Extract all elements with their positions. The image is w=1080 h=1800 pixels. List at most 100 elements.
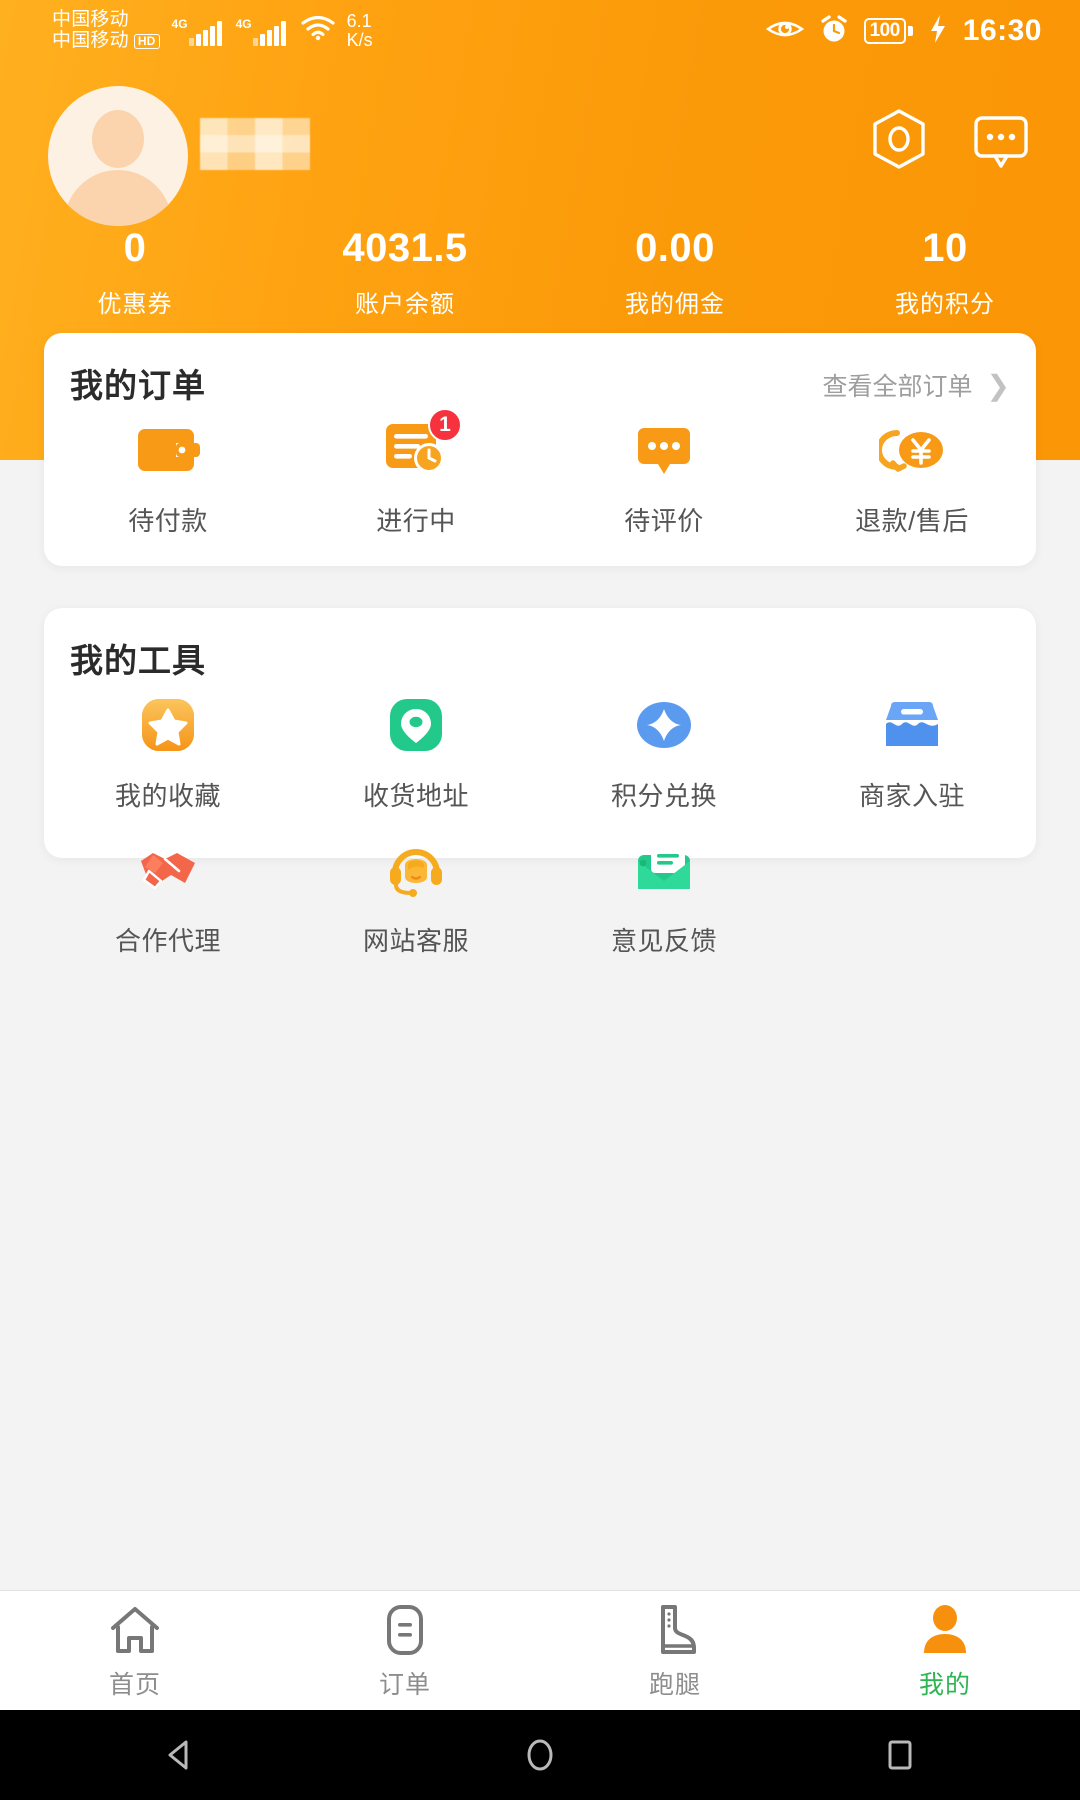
tool-label: 商家入驻 <box>858 781 965 811</box>
refund-yen-icon <box>788 419 1036 481</box>
network-speed-value: 6.1 <box>346 10 372 31</box>
order-status-label: 待评价 <box>624 506 704 536</box>
tool-website-support[interactable]: 网站客服 <box>292 839 540 958</box>
signal-bars-icon <box>188 20 224 46</box>
headset-support-icon <box>292 839 540 901</box>
home-circle-icon[interactable] <box>470 1733 610 1777</box>
stat-label: 账户余额 <box>355 291 455 318</box>
order-status-label: 进行中 <box>376 506 456 536</box>
tool-label: 合作代理 <box>114 926 221 956</box>
order-badge-count: 1 <box>428 407 462 442</box>
shop-store-icon <box>788 694 1036 756</box>
tab-profile[interactable]: 我的 <box>810 1591 1080 1710</box>
alarm-icon <box>819 14 849 49</box>
signal-bars-icon <box>252 20 288 46</box>
stat-points[interactable]: 10 我的积分 <box>810 222 1080 319</box>
tools-grid-row1: 我的收藏 收货地址 积分兑换 商家入驻 <box>44 694 1036 813</box>
location-pin-icon <box>292 694 540 756</box>
tab-errand[interactable]: 跑腿 <box>540 1591 810 1710</box>
avatar-head <box>92 110 144 168</box>
stat-label: 我的积分 <box>895 291 995 318</box>
tool-merchant-settle-in[interactable]: 商家入驻 <box>788 694 1036 813</box>
tool-partner-agent[interactable]: 合作代理 <box>44 839 292 958</box>
order-status-refund[interactable]: 退款/售后 <box>788 419 1036 538</box>
order-status-pending-review[interactable]: 待评价 <box>540 419 788 538</box>
status-bar: 中国移动 中国移动 HD 4G 4G 6.1 K/s 100 16:30 <box>0 0 1080 62</box>
order-icon <box>381 1600 429 1656</box>
orders-card-header: 我的订单 查看全部订单 ❯ <box>44 333 1036 419</box>
stat-balance[interactable]: 4031.5 账户余额 <box>270 222 540 319</box>
avatar[interactable] <box>48 86 188 226</box>
hd-badge: HD <box>133 33 160 49</box>
network-speed: 6.1 K/s <box>346 10 373 51</box>
eye-icon <box>765 16 804 47</box>
user-icon <box>918 1600 972 1656</box>
tab-label: 我的 <box>918 1671 971 1699</box>
boot-run-icon <box>649 1600 701 1656</box>
username-redacted[interactable] <box>200 118 310 170</box>
stat-value: 4031.5 <box>342 226 468 270</box>
carrier-name-1: 中国移动 <box>52 9 129 31</box>
scan-hexagon-icon[interactable] <box>870 108 928 175</box>
charging-bolt-icon <box>928 14 948 49</box>
star-favorite-icon <box>44 694 292 756</box>
profile-row <box>0 86 1080 226</box>
order-status-in-progress[interactable]: 1 进行中 <box>292 407 540 538</box>
tool-feedback[interactable]: 意见反馈 <box>540 839 788 958</box>
phone-screen: 中国移动 中国移动 HD 4G 4G 6.1 K/s 100 16:30 0 优… <box>0 0 1080 1800</box>
tool-label: 收货地址 <box>362 781 469 811</box>
tool-label: 意见反馈 <box>610 926 717 956</box>
order-status-label: 待付款 <box>128 506 208 536</box>
diamond-points-icon <box>540 694 788 756</box>
stat-value: 0.00 <box>635 226 715 270</box>
battery-percent: 100 <box>863 18 906 44</box>
tool-label: 网站客服 <box>362 926 469 956</box>
tool-label: 我的收藏 <box>114 781 221 811</box>
tab-home[interactable]: 首页 <box>0 1591 270 1710</box>
tools-card-header: 我的工具 <box>44 608 1036 694</box>
status-bar-left: 中国移动 中国移动 HD 4G 4G 6.1 K/s <box>52 10 373 51</box>
avatar-body <box>64 170 172 226</box>
stat-value: 0 <box>123 226 147 270</box>
page-title-tools: 我的工具 <box>70 642 206 679</box>
back-triangle-icon[interactable] <box>110 1733 250 1777</box>
network-type-sim1: 4G <box>171 17 188 31</box>
handshake-icon <box>44 839 292 901</box>
home-icon <box>107 1600 163 1656</box>
bottom-tabbar: 首页 订单 跑腿 我的 <box>0 1590 1080 1710</box>
network-speed-unit: K/s <box>346 30 373 50</box>
tool-points-exchange[interactable]: 积分兑换 <box>540 694 788 813</box>
carrier-info: 中国移动 中国移动 HD <box>52 10 160 51</box>
tab-label: 首页 <box>108 1671 161 1699</box>
tool-my-favorites[interactable]: 我的收藏 <box>44 694 292 813</box>
message-bubble-icon[interactable] <box>970 108 1032 175</box>
signal-sim1: 4G <box>172 16 224 46</box>
tab-label: 跑腿 <box>648 1671 701 1699</box>
stat-label: 我的佣金 <box>625 291 725 318</box>
battery-icon: 100 <box>863 18 913 44</box>
view-all-orders-button[interactable]: 查看全部订单 ❯ <box>823 367 1010 403</box>
recents-square-icon[interactable] <box>830 1733 970 1777</box>
status-bar-clock: 16:30 <box>962 14 1042 47</box>
stat-commission[interactable]: 0.00 我的佣金 <box>540 222 810 319</box>
tab-label: 订单 <box>378 1671 431 1699</box>
view-all-orders-label: 查看全部订单 <box>822 373 973 401</box>
orders-grid: 待付款 1 进行中 待评价 退款/售后 <box>44 407 1036 538</box>
comment-dots-icon <box>540 419 788 481</box>
stat-value: 10 <box>922 226 968 270</box>
stat-label: 优惠券 <box>97 291 173 318</box>
carrier-name-2: 中国移动 <box>52 30 129 51</box>
tab-orders[interactable]: 订单 <box>270 1591 540 1710</box>
stat-coupons[interactable]: 0 优惠券 <box>0 222 270 319</box>
chevron-right-icon: ❯ <box>986 369 1010 401</box>
order-status-pending-payment[interactable]: 待付款 <box>44 419 292 538</box>
wallet-icon <box>44 419 292 481</box>
header-actions <box>828 108 1032 175</box>
tool-shipping-address[interactable]: 收货地址 <box>292 694 540 813</box>
network-type-sim2: 4G <box>235 17 252 31</box>
android-navigation-bar <box>0 1710 1080 1800</box>
order-status-label: 退款/售后 <box>855 506 969 536</box>
battery-tip <box>907 26 913 36</box>
order-clock-icon: 1 <box>292 407 540 481</box>
tool-label: 积分兑换 <box>610 781 717 811</box>
